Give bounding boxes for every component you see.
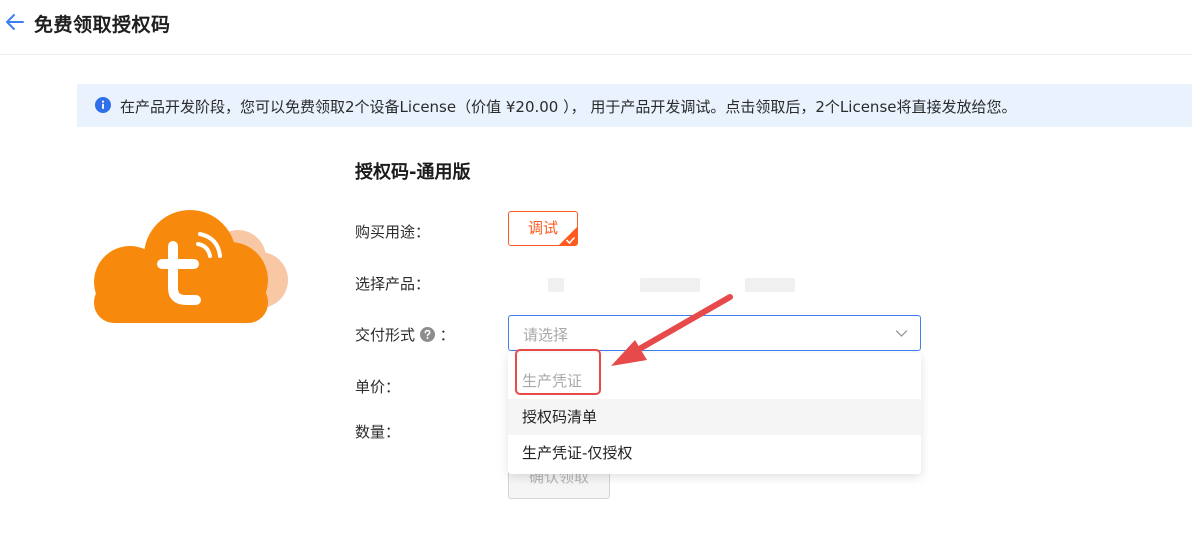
product-title: 授权码-通用版 [355, 162, 471, 183]
delivery-label-text: 交付形式 [355, 326, 416, 344]
annotation-arrow-icon [611, 294, 733, 366]
price-label: 单价： [355, 378, 401, 396]
purpose-option-debug[interactable]: 调试 [508, 211, 578, 246]
tuya-cloud-logo [94, 210, 288, 323]
arrow-left-icon[interactable] [4, 11, 26, 33]
confirm-button-label: 确认领取 [528, 472, 589, 486]
purpose-option-label: 调试 [527, 219, 558, 237]
chevron-down-icon [895, 330, 908, 337]
notice-text: 在产品开发阶段，您可以免费领取2个设备License（价值 ¥20.00 ）， … [120, 98, 1017, 116]
blurred-product [745, 278, 795, 292]
question-icon[interactable] [419, 327, 435, 342]
blurred-product [548, 278, 564, 292]
dropdown-option-voucher-auth-only[interactable]: 生产凭证-仅授权 [508, 435, 921, 471]
delivery-label: 交付形式 ： [355, 324, 455, 345]
page-title: 免费领取授权码 [34, 14, 171, 36]
check-icon [566, 237, 575, 244]
product-label: 选择产品： [355, 275, 431, 293]
delivery-select-placeholder: 请选择 [523, 326, 569, 344]
confirm-button[interactable]: 确认领取 [508, 472, 610, 499]
purpose-label: 购买用途： [355, 223, 431, 241]
annotation-highlight-box [515, 349, 601, 395]
delivery-label-colon: ： [439, 326, 455, 344]
page-header: 免费领取授权码 [0, 0, 1192, 55]
quantity-label: 数量： [355, 423, 401, 441]
dropdown-option-license-list[interactable]: 授权码清单 [508, 399, 921, 435]
info-icon [95, 97, 111, 113]
info-notice: 在产品开发阶段，您可以免费领取2个设备License（价值 ¥20.00 ）， … [77, 84, 1192, 127]
